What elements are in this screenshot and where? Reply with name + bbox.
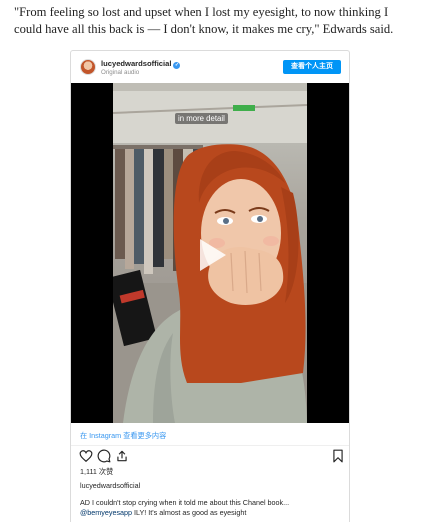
username[interactable]: lucyedwardsofficial <box>101 59 171 68</box>
share-icon[interactable] <box>115 449 129 463</box>
embed-header: lucyedwardsofficial ✓ Original audio 查看个人… <box>71 51 349 85</box>
username-line[interactable]: lucyedwardsofficial ✓ <box>101 59 181 69</box>
caption-line-2-text: ILY! It's almost as good as eyesight <box>132 508 247 517</box>
comment-icon[interactable] <box>97 449 111 463</box>
caption-line-2: @bemyeyesapp ILY! It's almost as good as… <box>80 508 246 517</box>
bookmark-icon[interactable] <box>331 449 345 463</box>
caption-mention-link[interactable]: @bemyeyesapp <box>80 508 132 517</box>
view-profile-button[interactable]: 查看个人主页 <box>283 60 341 74</box>
play-icon[interactable] <box>190 235 230 275</box>
view-more-on-instagram-link[interactable]: 在 Instagram 查看更多内容 <box>80 431 166 441</box>
article-quote: "From feeling so lost and upset when I l… <box>14 5 394 36</box>
action-bar <box>77 449 347 465</box>
avatar[interactable] <box>80 59 96 75</box>
verified-badge-icon: ✓ <box>173 62 181 69</box>
video-player[interactable]: in more detail <box>71 83 349 423</box>
instagram-embed: lucyedwardsofficial ✓ Original audio 查看个人… <box>70 50 350 522</box>
owner-username[interactable]: lucyedwardsofficial <box>80 481 140 490</box>
heart-icon[interactable] <box>79 449 93 463</box>
video-caption: in more detail <box>175 113 228 124</box>
likes-count[interactable]: 1,111 次赞 <box>80 467 113 477</box>
audio-subtitle[interactable]: Original audio <box>101 69 139 76</box>
caption-line-1: AD I couldn't stop crying when it told m… <box>80 498 290 507</box>
divider <box>71 445 349 446</box>
